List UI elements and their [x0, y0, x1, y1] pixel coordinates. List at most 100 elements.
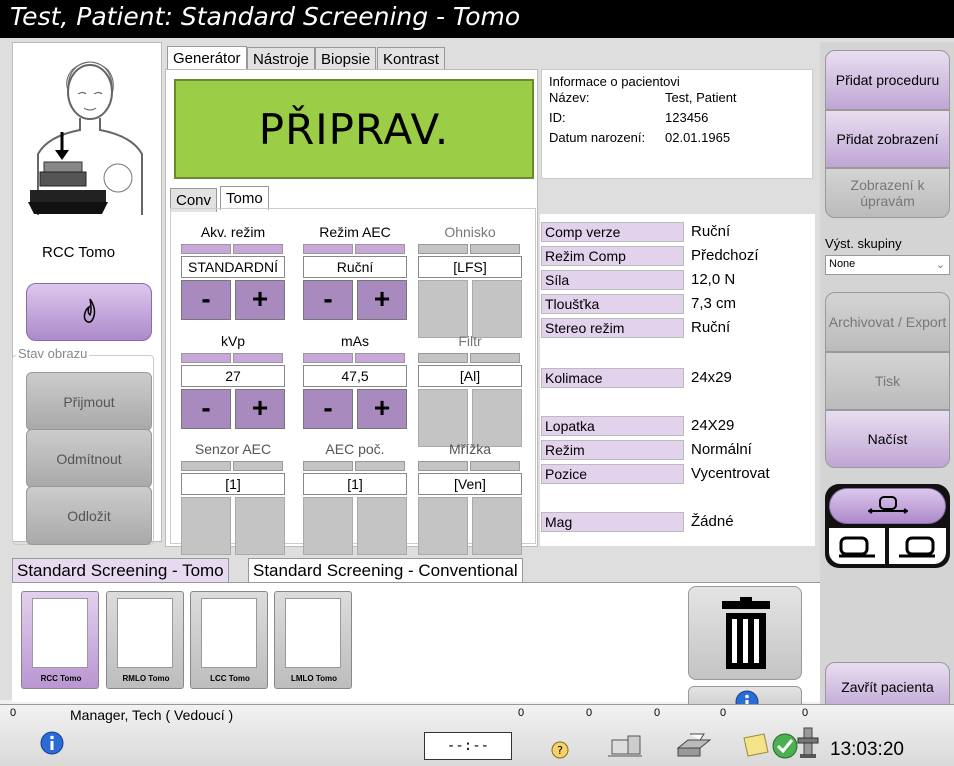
- param-row: Pozice Vycentrovat: [541, 464, 771, 484]
- aec-mode-label: Režim AEC: [319, 224, 391, 240]
- trash-icon: [722, 597, 770, 669]
- orientation-control: [825, 484, 950, 568]
- gantry-icon[interactable]: [796, 726, 820, 760]
- patient-info-heading: Informace o pacientovi: [549, 74, 680, 89]
- param-row: Stereo režim Ruční: [541, 318, 771, 338]
- mas-value: 47,5: [303, 365, 407, 387]
- query-icon[interactable]: ?: [550, 740, 570, 760]
- param-row: Lopatka 24X29: [541, 416, 771, 436]
- svg-text:?: ?: [557, 744, 563, 757]
- output-groups-label: Výst. skupiny: [825, 236, 902, 251]
- grid-value: [Ven]: [418, 473, 522, 495]
- expose-button[interactable]: [26, 283, 152, 341]
- mas-plus-button[interactable]: +: [357, 389, 407, 429]
- thumbnail-lcc-tomo[interactable]: LCC Tomo: [190, 591, 268, 689]
- tab-contrast[interactable]: Kontrast: [377, 47, 445, 71]
- user-count: 0: [10, 707, 17, 719]
- thumbnail-rmlo-tomo[interactable]: RMLO Tomo: [106, 591, 184, 689]
- patient-name-label: Název:: [549, 90, 590, 105]
- param-row: Režim Comp Předchozí: [541, 246, 771, 266]
- current-user: Manager, Tech ( Vedoucí ): [70, 707, 234, 723]
- param-key: Kolimace: [541, 368, 684, 388]
- param-key: Lopatka: [541, 416, 684, 436]
- delete-button[interactable]: [688, 586, 802, 680]
- thumbnail-lmlo-tomo[interactable]: LMLO Tomo: [274, 591, 352, 689]
- acq-mode-minus-button[interactable]: -: [181, 280, 231, 320]
- focus-indicator: [470, 244, 520, 254]
- acq-mode-plus-button[interactable]: +: [235, 280, 285, 320]
- tab-tomo[interactable]: Tomo: [220, 186, 269, 210]
- accept-button[interactable]: Přijmout: [26, 372, 152, 431]
- center-paddle-button[interactable]: [829, 488, 946, 524]
- reject-button[interactable]: Odmítnout: [26, 429, 152, 488]
- kvp-plus-button[interactable]: +: [235, 389, 285, 429]
- thumbnail-caption: LCC Tomo: [210, 674, 250, 683]
- aec-mode-plus-button[interactable]: +: [357, 280, 407, 320]
- aec-sensor-value: [1]: [181, 473, 285, 495]
- param-value: Ruční: [691, 319, 731, 336]
- archive-export-button[interactable]: Archivovat / Export: [825, 292, 950, 352]
- param-value: 24x29: [691, 369, 732, 386]
- tab-generator[interactable]: Generátor: [167, 46, 247, 70]
- param-key: Režim: [541, 440, 684, 460]
- output-groups-select[interactable]: None ⌄: [825, 255, 950, 275]
- filter-indicator: [418, 353, 468, 363]
- view-thumbnail-icon: [285, 598, 341, 668]
- network-count: 0: [586, 707, 593, 719]
- grid-indicator: [418, 461, 468, 471]
- status-display: PŘIPRAV.: [174, 79, 534, 179]
- network-icon[interactable]: [608, 734, 642, 758]
- mas-minus-button[interactable]: -: [303, 389, 353, 429]
- tab-procedure-conventional[interactable]: Standard Screening - Conventional: [248, 558, 523, 584]
- aec-count-indicator: [355, 461, 405, 471]
- tab-tools[interactable]: Nástroje: [247, 47, 315, 71]
- user-info-icon[interactable]: [40, 731, 64, 755]
- param-key: Režim Comp: [541, 246, 684, 266]
- load-button[interactable]: Načíst: [825, 410, 950, 468]
- view-label: RCC Tomo: [42, 244, 116, 261]
- edit-view-button[interactable]: Zobrazení k úpravám: [825, 168, 950, 218]
- param-value: Normální: [691, 441, 752, 458]
- aec-sensor-indicator: [233, 461, 283, 471]
- aec-count-plus-button: [357, 497, 407, 555]
- tab-biopsy[interactable]: Biopsie: [315, 47, 377, 71]
- thumbnail-caption: RMLO Tomo: [122, 674, 170, 683]
- add-view-button[interactable]: Přidat zobrazení: [825, 110, 950, 168]
- param-key: Pozice: [541, 464, 684, 484]
- aec-mode-control: Ruční - +: [303, 244, 407, 340]
- gantry-count: 0: [802, 707, 809, 719]
- thumbnail-rcc-tomo[interactable]: RCC Tomo: [21, 591, 99, 689]
- focus-plus-button: [472, 280, 522, 338]
- focus-label: Ohnisko: [444, 224, 496, 240]
- add-procedure-button[interactable]: Přidat proceduru: [825, 50, 950, 110]
- grid-indicator: [470, 461, 520, 471]
- aec-count-label: AEC poč.: [325, 441, 385, 457]
- note-icon[interactable]: [742, 732, 770, 758]
- grid-label: Mřížka: [449, 441, 491, 457]
- printer-icon[interactable]: [676, 732, 712, 758]
- print-button[interactable]: Tisk: [825, 352, 950, 410]
- paddle-left-button[interactable]: [829, 528, 885, 564]
- param-row: Comp verze Ruční: [541, 222, 771, 242]
- check-icon[interactable]: [772, 733, 798, 759]
- patient-dob: 02.01.1965: [665, 130, 731, 145]
- aec-sensor-control: [1]: [181, 461, 285, 557]
- focus-minus-button: [418, 280, 468, 338]
- focus-value: [LFS]: [418, 256, 522, 278]
- paddle-left-icon: [839, 536, 875, 558]
- param-value: Vycentrovat: [691, 465, 770, 482]
- grid-plus-button: [472, 497, 522, 555]
- aec-count-control: [1]: [303, 461, 407, 557]
- paddle-right-button[interactable]: [889, 528, 946, 564]
- acq-mode-control: STANDARDNÍ - +: [181, 244, 285, 340]
- defer-button[interactable]: Odložit: [26, 486, 152, 545]
- focus-indicator: [418, 244, 468, 254]
- paddle-right-icon: [899, 536, 935, 558]
- query-count: 0: [518, 707, 525, 719]
- kvp-minus-button[interactable]: -: [181, 389, 231, 429]
- kvp-indicator: [181, 353, 231, 363]
- param-row: Tloušťka 7,3 cm: [541, 294, 771, 314]
- aec-mode-minus-button[interactable]: -: [303, 280, 353, 320]
- aec-mode-indicator: [303, 244, 353, 254]
- tab-procedure-tomo[interactable]: Standard Screening - Tomo: [12, 558, 229, 584]
